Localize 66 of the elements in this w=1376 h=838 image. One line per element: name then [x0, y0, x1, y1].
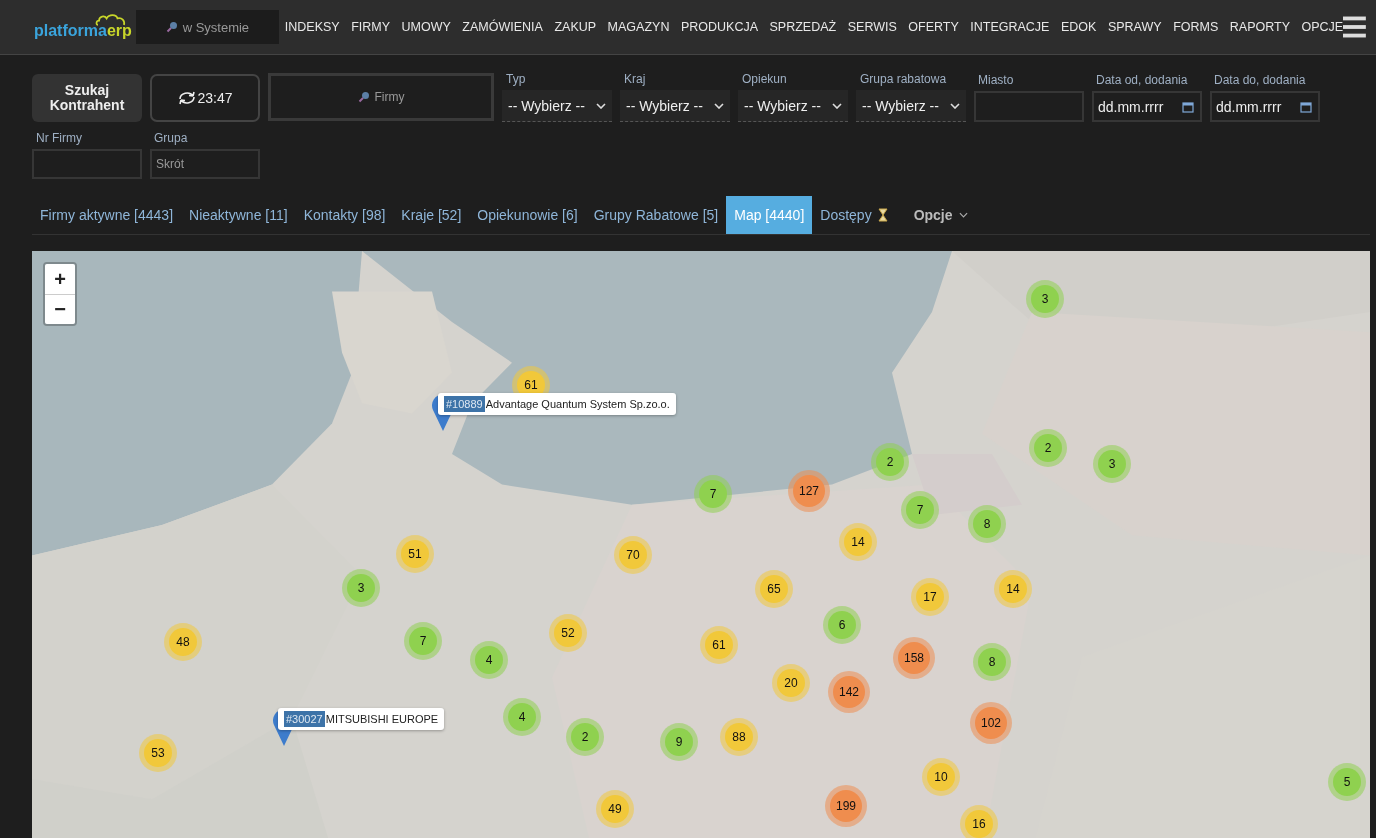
tab[interactable]: Grupy Rabatowe [5]: [585, 196, 727, 234]
input-field[interactable]: [974, 91, 1084, 122]
calendar-icon: [1300, 100, 1312, 113]
nav-menu-item[interactable]: PRODUKCJA: [680, 20, 758, 34]
nav-menu-item[interactable]: OPCJE: [1301, 20, 1344, 34]
field-label: Kraj: [623, 72, 647, 86]
chevron-down-icon: [832, 102, 842, 109]
select-field[interactable]: -- Wybierz --: [856, 90, 966, 122]
field-label: Grupa: [153, 131, 189, 145]
select-field[interactable]: -- Wybierz --: [620, 90, 730, 122]
refresh-button[interactable]: 23:47: [150, 74, 260, 122]
select-field[interactable]: -- Wybierz --: [502, 90, 612, 122]
zoom-out-button[interactable]: −: [45, 294, 75, 324]
chevron-down-icon: [958, 212, 968, 218]
date-field[interactable]: dd.mm.rrrr: [1210, 91, 1320, 122]
field-label: Data do, dodania: [1213, 73, 1307, 87]
select-field[interactable]: -- Wybierz --: [738, 90, 848, 122]
company-id: #30027: [284, 711, 325, 727]
nav-menu-item[interactable]: EDOK: [1060, 20, 1097, 34]
tab[interactable]: Kontakty [98]: [295, 196, 394, 234]
search-icon: [357, 91, 370, 103]
field-label: Nr Firmy: [35, 131, 83, 145]
date-field[interactable]: dd.mm.rrrr: [1092, 91, 1202, 122]
field-label: Opiekun: [741, 72, 788, 86]
nav-menu-item[interactable]: SERWIS: [847, 20, 897, 34]
nav-menu-item[interactable]: INTEGRACJE: [970, 20, 1050, 34]
chevron-down-icon: [596, 102, 606, 109]
tab[interactable]: Dostępy: [812, 196, 896, 234]
tab[interactable]: Firmy aktywne [4443]: [32, 196, 182, 234]
tab[interactable]: Nieaktywne [11]: [181, 196, 296, 234]
refresh-icon: [177, 90, 198, 106]
search-field[interactable]: Firmy: [268, 73, 494, 121]
search-icon: [165, 21, 178, 33]
zoom-in-button[interactable]: +: [45, 264, 75, 294]
nav-menu-item[interactable]: SPRAWY: [1107, 20, 1162, 34]
hourglass-icon: [877, 208, 888, 222]
calendar-icon: [1182, 100, 1194, 113]
field-label: Data od, dodania: [1095, 73, 1189, 87]
map[interactable]: + − 3 61 2 2 3 7 127 7 8 14 51 70 3 65 17 14 6 48 7 52 61 4 158 8 20 142 4 102 53 2 9 88 10 5 49 199 16 #10889 Advantage Quantum System Sp.zo.o. #30027 MITSUBISHI EUROPE: [32, 251, 1370, 838]
logo[interactable]: platformaerp: [34, 13, 130, 41]
nav-menu-item[interactable]: OFERTY: [908, 20, 959, 34]
input-field[interactable]: Skrót: [150, 149, 260, 179]
chevron-down-icon: [950, 102, 960, 109]
chevron-down-icon: [714, 102, 724, 109]
search-button[interactable]: Szukaj Kontrahent: [32, 74, 142, 122]
options-dropdown[interactable]: Opcje: [905, 196, 976, 234]
nav-menu-item[interactable]: SPRZEDAŻ: [769, 20, 837, 34]
input-field[interactable]: [32, 149, 142, 179]
field-label: Typ: [505, 72, 527, 86]
nav-menu-item[interactable]: RAPORTY: [1229, 20, 1290, 34]
tab[interactable]: Kraje [52]: [393, 196, 470, 234]
nav-menu-item[interactable]: MAGAZYN: [607, 20, 670, 34]
menu-icon[interactable]: [1343, 16, 1366, 38]
tab[interactable]: Opiekunowie [6]: [469, 196, 586, 234]
field-label: Grupa rabatowa: [859, 72, 948, 86]
company-name: Advantage Quantum System Sp.zo.o.: [484, 398, 670, 410]
nav-menu-item[interactable]: ZAMÓWIENIA: [462, 20, 543, 34]
nav-menu-item[interactable]: UMOWY: [401, 20, 451, 34]
nav-menu-item[interactable]: ZAKUP: [554, 20, 597, 34]
company-id: #10889: [444, 396, 485, 412]
field-label: Miasto: [977, 73, 1015, 87]
search-field[interactable]: w Systemie: [136, 10, 279, 44]
nav-menu-item[interactable]: FIRMY: [351, 20, 391, 34]
nav-menu-item[interactable]: FORMS: [1173, 20, 1219, 34]
nav-menu-item[interactable]: INDEKSY: [284, 20, 340, 34]
company-name: MITSUBISHI EUROPE: [324, 713, 439, 725]
